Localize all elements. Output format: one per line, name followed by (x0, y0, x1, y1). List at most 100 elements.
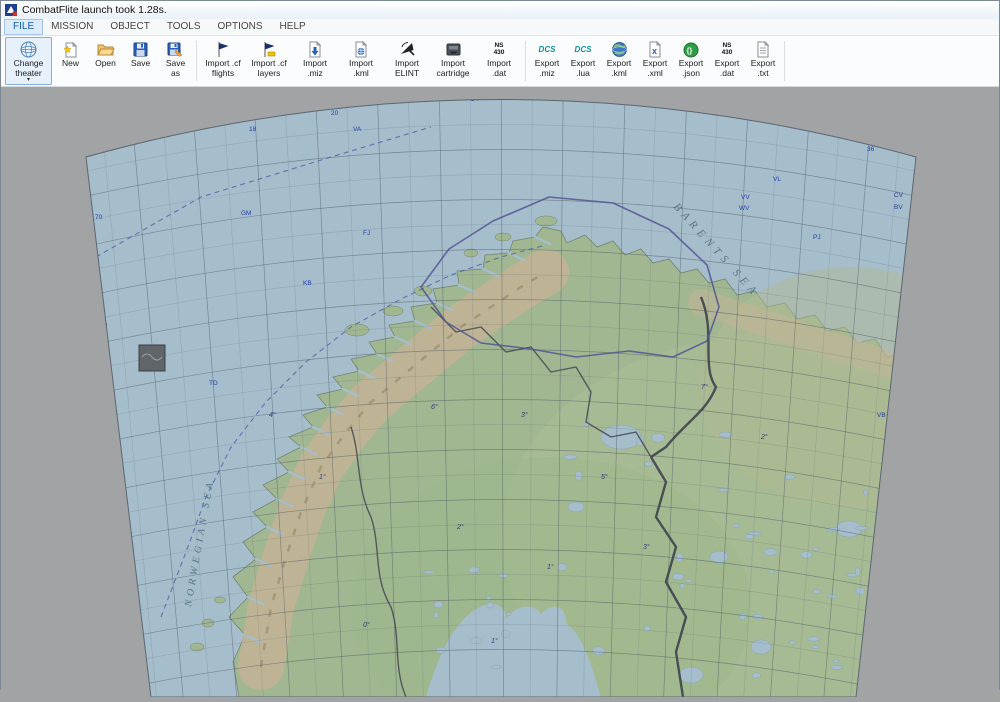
open-icon (97, 40, 115, 59)
ns430-icon: NS430 (494, 40, 505, 59)
export-xml-label: Export .xml (640, 59, 670, 78)
toolbar-separator (525, 41, 526, 81)
export-txt-button[interactable]: Export .txt (746, 37, 780, 85)
chart-code-label: VA (353, 126, 362, 133)
chart-code-label: QL (919, 222, 928, 229)
chart-code-label: MA (557, 93, 567, 100)
flag-icon (216, 40, 230, 59)
chart-code-label: 67 (113, 538, 121, 545)
json-icon: {} (683, 40, 699, 59)
import-group: Import .cf flightsImport .cf layersImpor… (200, 37, 522, 85)
chart-code-label: HL (631, 95, 640, 102)
titlebar: CombatFlite launch took 1.28s. (1, 1, 999, 19)
import-kml-button[interactable]: Import .kml (339, 37, 383, 85)
chart-code-label: 18 (249, 126, 257, 133)
chart-code-label: 70 (95, 214, 103, 221)
export-dat-button[interactable]: NS430Export .dat (710, 37, 744, 85)
export-kml-button[interactable]: Export .kml (602, 37, 636, 85)
import-miz-button[interactable]: Import .miz (293, 37, 337, 85)
app-icon (5, 4, 17, 16)
save-label: Save (131, 59, 150, 69)
file-group: New Open Save Save as (53, 37, 193, 85)
import-cf-layers-button[interactable]: Import .cf layers (247, 37, 291, 85)
elint-icon (399, 40, 416, 59)
svg-text:x: x (652, 46, 657, 56)
chart-code-label: GM (241, 210, 251, 217)
change-theater-label: Change theater (7, 59, 50, 78)
save-as-button[interactable]: Save as (159, 37, 192, 85)
globe-icon (20, 40, 37, 59)
map-area: BARENTS SEA NORWEGIAN SEA 70696867661820… (1, 87, 999, 702)
isogonic-label: 4° (269, 411, 276, 419)
import-cf-flights-button[interactable]: Import .cf flights (201, 37, 245, 85)
flaglayers-icon (262, 40, 277, 59)
chart-code-label: 68 (106, 430, 114, 437)
menu-help[interactable]: HELP (272, 20, 314, 34)
import-kml-label: Import .kml (341, 59, 381, 78)
new-icon (63, 40, 78, 59)
export-lua-label: Export .lua (568, 59, 598, 78)
window-title: CombatFlite launch took 1.28s. (22, 4, 167, 16)
isogonic-label: 2° (456, 523, 464, 531)
menu-file[interactable]: FILE (5, 20, 42, 34)
isogonic-label: 5° (601, 473, 608, 481)
isogonic-label: 0° (363, 621, 370, 629)
import-cartridge-label: Import cartridge (433, 59, 473, 78)
export-xml-button[interactable]: x Export .xml (638, 37, 672, 85)
export-txt-label: Export .txt (748, 59, 778, 78)
chart-code-label: FJ (363, 230, 370, 237)
atmosphere-wash (1, 87, 1000, 697)
chevron-down-icon: ▾ (27, 78, 30, 82)
menu-tools[interactable]: TOOLS (159, 20, 209, 34)
export-miz-button[interactable]: DCSExport .miz (530, 37, 564, 85)
cartridge-icon (445, 40, 462, 59)
export-lua-button[interactable]: DCSExport .lua (566, 37, 600, 85)
import-cf-layers-label: Import .cf layers (249, 59, 289, 78)
new-button[interactable]: New (54, 37, 87, 85)
isogonic-label: 1° (491, 637, 498, 645)
chart-code-label: 36 (867, 146, 875, 153)
import-elint-button[interactable]: Import ELINT (385, 37, 429, 85)
export-json-button[interactable]: {}Export .json (674, 37, 708, 85)
chart-code-label: VB (877, 412, 886, 419)
dcs-icon: DCS (575, 40, 592, 59)
export-group: DCSExport .mizDCSExport .luaExport .kmlx… (529, 37, 781, 85)
chart-code-label: NL (597, 94, 606, 101)
lake (897, 657, 907, 664)
menu-options[interactable]: OPTIONS (210, 20, 271, 34)
chart-code-label: WV (739, 205, 750, 212)
new-label: New (62, 59, 79, 69)
xml-icon: x (648, 40, 662, 59)
chart-code-label: 66 (122, 638, 130, 645)
lake (868, 583, 898, 601)
import-cartridge-button[interactable]: Import cartridge (431, 37, 475, 85)
chart-code-label: CV (894, 192, 904, 199)
export-miz-label: Export .miz (532, 59, 562, 78)
ns430-icon: NS430 (722, 40, 733, 59)
chart-code-label: VV (741, 194, 750, 201)
open-button[interactable]: Open (89, 37, 122, 85)
map-canvas[interactable]: BARENTS SEA NORWEGIAN SEA 70696867661820… (1, 87, 1000, 697)
change-theater-button[interactable]: Change theater ▾ (5, 37, 52, 85)
txt-icon (756, 40, 770, 59)
export-dat-label: Export .dat (712, 59, 742, 78)
open-label: Open (95, 59, 116, 69)
chart-fan: BARENTS SEA NORWEGIAN SEA 70696867661820… (1, 87, 1000, 697)
chart-code-label: TD (209, 380, 218, 387)
lake (889, 648, 923, 670)
save-as-label: Save as (161, 59, 190, 78)
svg-text:{}: {} (687, 46, 693, 55)
chart-code-label: BV (894, 204, 903, 211)
chart-code-label: 32 (749, 116, 757, 123)
chart-code-label: 20 (331, 110, 339, 117)
export-kml-label: Export .kml (604, 59, 634, 78)
save-button[interactable]: Save (124, 37, 157, 85)
import-dat-button[interactable]: NS430Import .dat (477, 37, 521, 85)
save-icon (133, 40, 148, 59)
saveas-icon (167, 40, 184, 59)
isogonic-label: 1° (319, 473, 326, 481)
menu-object[interactable]: OBJECT (102, 20, 157, 34)
menu-mission[interactable]: MISSION (43, 20, 101, 34)
import-elint-label: Import ELINT (387, 59, 427, 78)
toolbar-separator (196, 41, 197, 81)
